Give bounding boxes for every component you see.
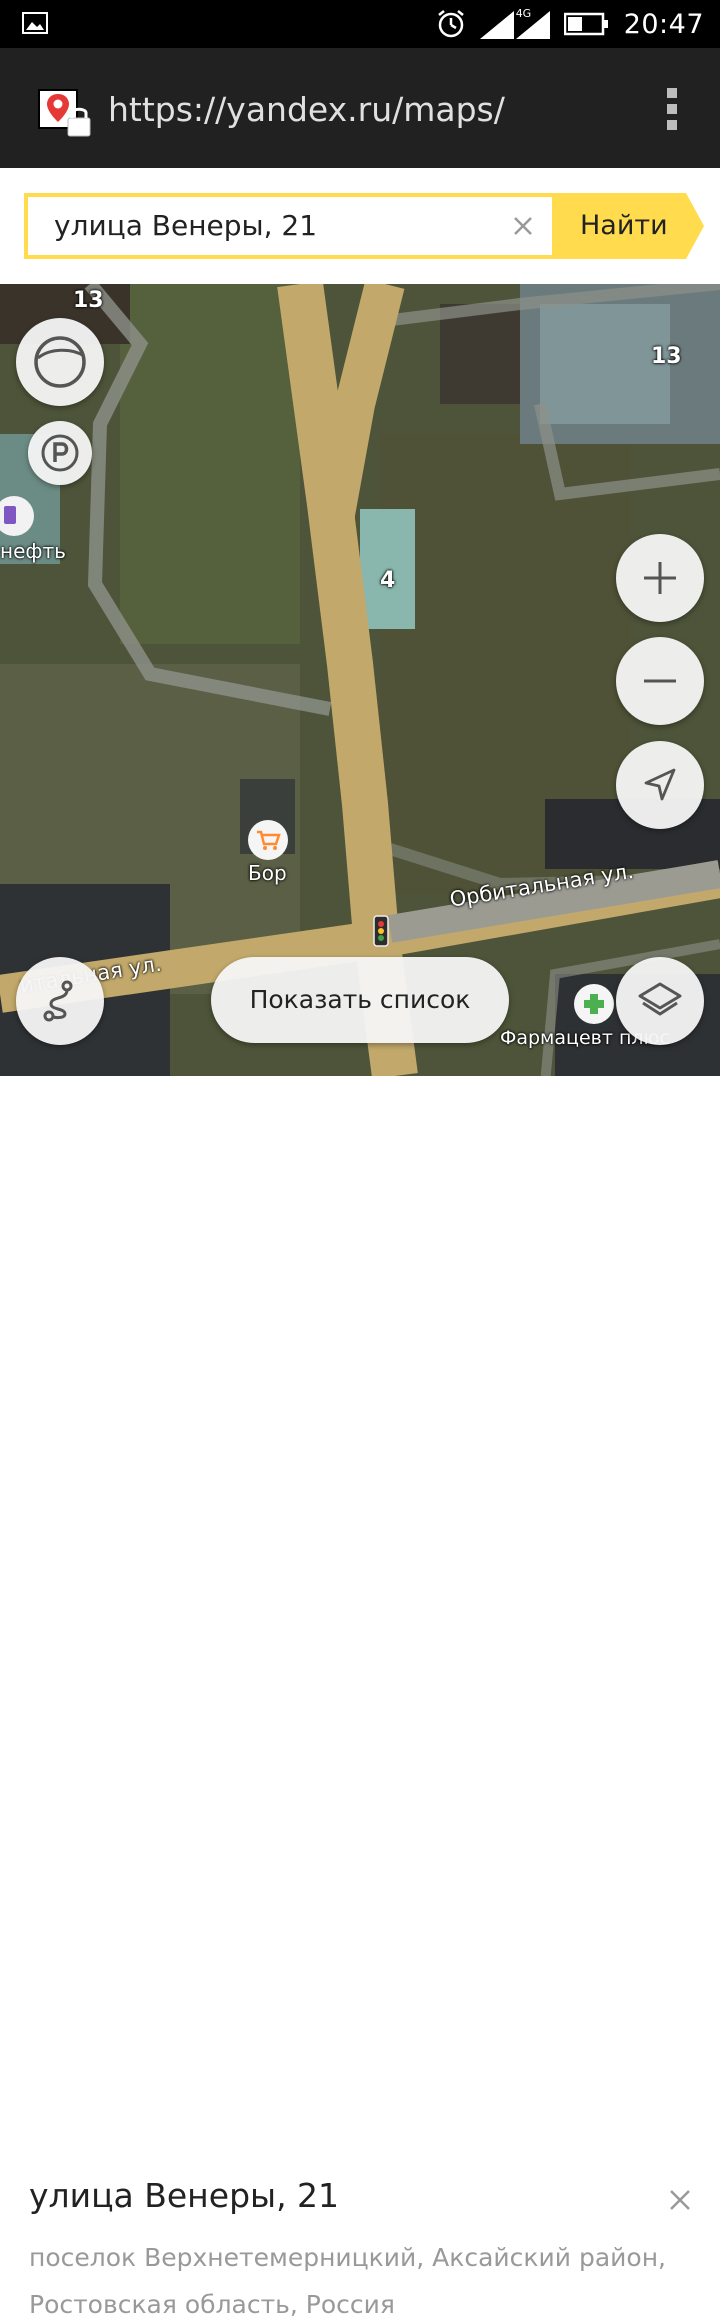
parking-icon — [41, 434, 79, 472]
result-address-line: поселок Верхнетемерницкий, Аксайский рай… — [29, 2243, 666, 2272]
result-address-line: Ростовская область, Россия — [29, 2290, 395, 2319]
image-icon — [22, 12, 48, 34]
alarm-icon — [437, 10, 464, 38]
show-list-button[interactable]: Показать список — [211, 957, 509, 1043]
signal-icon: 4G — [479, 7, 550, 39]
gas-station-label: нефть — [0, 539, 66, 563]
close-icon[interactable] — [508, 211, 538, 241]
plus-icon — [644, 562, 676, 594]
route-button[interactable] — [16, 957, 104, 1045]
search-input[interactable]: улица Венеры, 21 — [24, 193, 552, 259]
panorama-icon — [34, 336, 86, 388]
shop-label: Бор — [248, 861, 287, 885]
minus-icon — [644, 679, 676, 683]
status-bar: 4G 20:47 — [0, 0, 720, 48]
search-query[interactable]: улица Венеры, 21 — [54, 197, 317, 255]
close-icon[interactable] — [668, 2188, 692, 2212]
find-button[interactable]: Найти — [552, 193, 704, 259]
battery-icon — [563, 12, 608, 36]
find-button-label: Найти — [580, 210, 668, 241]
house-number-4: 4 — [380, 568, 396, 593]
locate-button[interactable] — [616, 741, 704, 829]
result-title: улица Венеры, 21 — [29, 2176, 340, 2215]
navigation-arrow-icon — [644, 768, 676, 801]
clock: 20:47 — [623, 8, 704, 40]
panorama-button[interactable] — [16, 318, 104, 406]
yandex-maps-favicon-icon — [38, 89, 91, 137]
overflow-menu-icon[interactable] — [662, 86, 682, 132]
url-text[interactable]: https://yandex.ru/maps/ — [108, 88, 505, 132]
parking-button[interactable] — [28, 421, 92, 485]
zoom-out-button[interactable] — [616, 637, 704, 725]
layers-button[interactable] — [616, 957, 704, 1045]
house-number-13: 13 — [73, 288, 104, 313]
show-list-label: Показать список — [249, 985, 471, 1014]
route-icon — [43, 980, 73, 1022]
house-number-13: 13 — [651, 344, 682, 369]
layers-icon — [638, 982, 682, 1016]
zoom-in-button[interactable] — [616, 534, 704, 622]
